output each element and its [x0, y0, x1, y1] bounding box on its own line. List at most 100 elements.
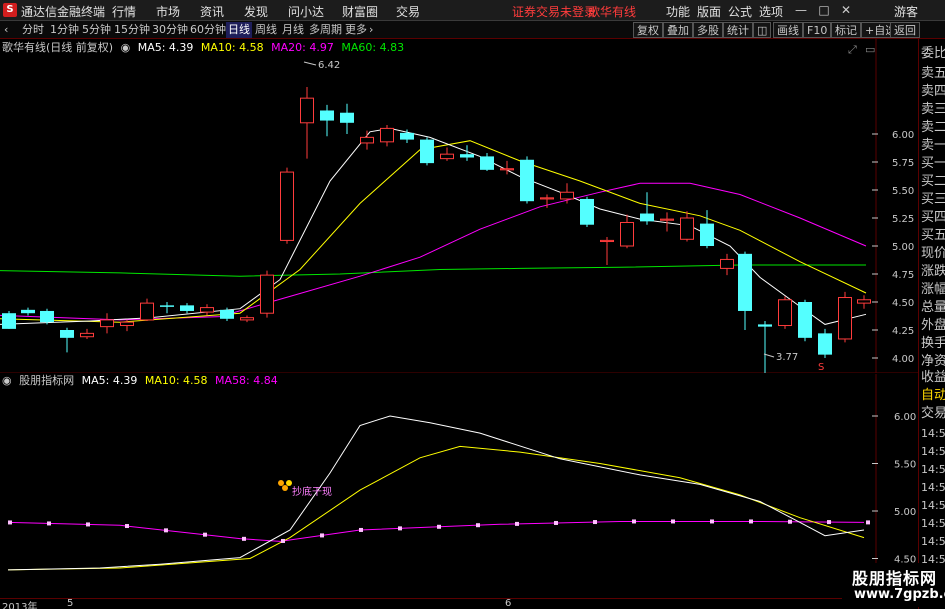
title-bar: S 通达信金融终端 行情 市场 资讯 发现 问小达 财富圈 交易 证券交易未登录…: [0, 0, 945, 21]
side-bid3[interactable]: 买三: [921, 191, 945, 209]
candle-body-up: [260, 274, 274, 314]
price-tick-label: 4.25: [892, 326, 914, 337]
signal-dot-icon-2: [278, 480, 284, 486]
chevron-right-icon[interactable]: ›: [367, 22, 375, 38]
side-auto[interactable]: 自动: [921, 387, 945, 405]
sub-tick-label: 6.00: [894, 412, 916, 423]
drawline-icon[interactable]: ◫: [753, 22, 772, 38]
period-1min[interactable]: 1分钟: [48, 22, 81, 38]
candle-body-down: [40, 310, 54, 323]
ma58-marker: [437, 524, 441, 529]
side-change[interactable]: 涨跌: [921, 263, 945, 281]
candle-body-down: [60, 330, 74, 338]
close-icon[interactable]: ✕: [838, 2, 854, 18]
side-earnings[interactable]: 收益: [921, 369, 945, 387]
watermark-title: 股朋指标网: [852, 569, 938, 588]
ma10-line: [0, 140, 867, 323]
side-volume[interactable]: 总量: [921, 299, 945, 317]
back-button[interactable]: 返回: [890, 22, 920, 38]
side-bid1[interactable]: 买一: [921, 155, 945, 173]
f10-button[interactable]: F10: [803, 22, 832, 38]
menu-wealth[interactable]: 财富圈: [342, 3, 378, 20]
candle-body-up: [80, 332, 94, 338]
period-5min[interactable]: 5分钟: [80, 22, 113, 38]
draw-line-button[interactable]: 画线: [773, 22, 803, 38]
toolbar-expand-icon[interactable]: ‹: [2, 22, 10, 38]
menu-ask[interactable]: 问小达: [288, 3, 324, 20]
candle-body-up: [280, 171, 294, 241]
candle-body-up: [140, 302, 154, 321]
high-price-label: 6.42: [318, 60, 340, 71]
period-30min[interactable]: 30分钟: [150, 22, 190, 38]
price-tick-label: 6.00: [892, 130, 914, 141]
side-bid4[interactable]: 买四: [921, 209, 945, 227]
indicator-chart[interactable]: 6.005.505.004.504.00 抄底干现: [0, 374, 918, 598]
menu-markets[interactable]: 市场: [156, 3, 180, 20]
side-bid2[interactable]: 买二: [921, 173, 945, 191]
side-ask1[interactable]: 卖一: [921, 137, 945, 155]
side-ask4[interactable]: 卖四: [921, 83, 945, 101]
time-axis: 2013年 5 6: [0, 598, 918, 609]
candlestick-chart[interactable]: 6.00 5.75 5.50 5.25 5.00 4.75 4.50 4.25 4.00 6.4…: [0, 39, 918, 373]
candle-body-up: [120, 321, 134, 327]
side-ask5[interactable]: 卖五: [921, 65, 945, 83]
menu-market[interactable]: 行情: [112, 3, 136, 20]
side-turnover[interactable]: 换手: [921, 335, 945, 353]
price-tick-label: 4.00: [892, 354, 914, 365]
menu-formula[interactable]: 公式: [728, 3, 752, 20]
ma58-marker: [749, 519, 753, 524]
candle-body-up: [720, 258, 734, 269]
period-weekly[interactable]: 周线: [253, 22, 279, 38]
menu-news[interactable]: 资讯: [200, 3, 224, 20]
side-outer[interactable]: 外盘: [921, 317, 945, 335]
price-tick-label: 5.75: [892, 158, 914, 169]
ma58-marker: [593, 520, 597, 525]
restore-icon[interactable]: □: [816, 2, 832, 18]
candle-body-down: [580, 198, 594, 225]
candle-body-up: [600, 239, 614, 243]
ma58-marker: [554, 520, 558, 525]
period-more[interactable]: 更多: [343, 22, 369, 38]
candle-body-down: [818, 333, 832, 355]
menu-trade[interactable]: 交易: [396, 3, 420, 20]
period-intraday[interactable]: 分时: [20, 22, 46, 38]
sub-ma5-line: [7, 415, 865, 571]
period-60min[interactable]: 60分钟: [188, 22, 228, 38]
menu-options[interactable]: 选项: [759, 3, 783, 20]
sub-ma58-line: [7, 521, 865, 542]
login-warning[interactable]: 证券交易未登录: [512, 3, 596, 20]
multi-stock-button[interactable]: 多股: [693, 22, 723, 38]
adjust-button[interactable]: 复权: [633, 22, 663, 38]
side-price[interactable]: 现价: [921, 245, 945, 263]
menu-layout[interactable]: 版面: [697, 3, 721, 20]
menu-function[interactable]: 功能: [666, 3, 690, 20]
candle-body-up: [540, 197, 554, 200]
candle-body-down: [798, 302, 812, 338]
side-change-pct[interactable]: 涨幅: [921, 281, 945, 299]
overlay-button[interactable]: 叠加: [663, 22, 693, 38]
stats-button[interactable]: 统计: [723, 22, 753, 38]
watermark-url: www.7gpzb.com: [854, 587, 945, 602]
period-daily[interactable]: 日线: [226, 22, 252, 38]
period-15min[interactable]: 15分钟: [112, 22, 152, 38]
mark-button[interactable]: 标记: [831, 22, 861, 38]
side-bid5[interactable]: 买五: [921, 227, 945, 245]
period-multi[interactable]: 多周期: [307, 22, 344, 38]
side-time: 14:56: [921, 517, 945, 530]
menu-discover[interactable]: 发现: [244, 3, 268, 20]
candle-body-up: [300, 97, 314, 124]
price-tick-label: 5.25: [892, 214, 914, 225]
candle-body-down: [400, 132, 414, 140]
side-trade[interactable]: 交易: [921, 405, 945, 423]
candle-body-down: [758, 324, 772, 327]
app-logo-icon: S: [3, 3, 17, 17]
side-ask2[interactable]: 卖二: [921, 119, 945, 137]
price-tick-label: 4.50: [892, 298, 914, 309]
period-monthly[interactable]: 月线: [280, 22, 306, 38]
candle-body-down: [180, 305, 194, 311]
side-ask3[interactable]: 卖三: [921, 101, 945, 119]
minimize-icon[interactable]: —: [793, 2, 809, 18]
side-entrust-ratio[interactable]: 委比: [921, 45, 945, 63]
guest-label[interactable]: 游客: [894, 3, 918, 20]
candle-body-up: [440, 153, 454, 160]
